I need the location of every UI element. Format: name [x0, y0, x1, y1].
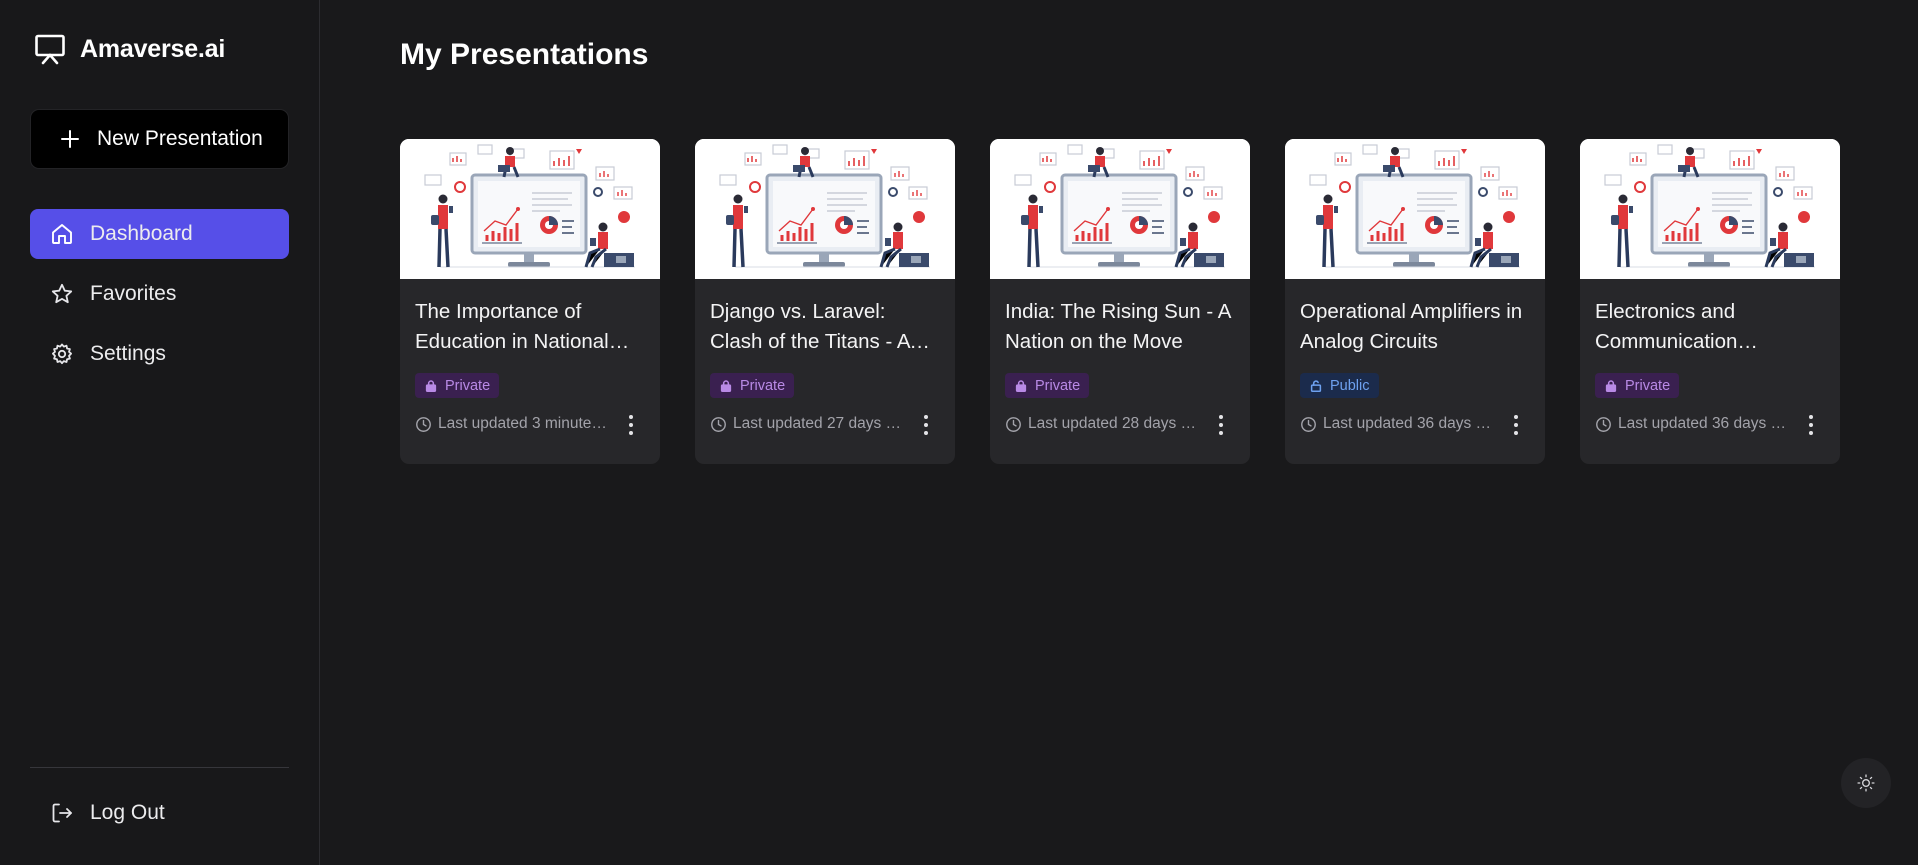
lock-icon	[719, 379, 733, 393]
lock-icon	[424, 379, 438, 393]
presentation-card[interactable]: Electronics and Communication Engineerin…	[1580, 139, 1840, 464]
clock-icon	[1005, 416, 1022, 433]
visibility-badge: Private	[415, 373, 500, 398]
more-vertical-icon	[1514, 415, 1518, 419]
presentation-board-icon	[34, 32, 66, 66]
sidebar-item-label: Dashboard	[90, 222, 193, 245]
presentation-thumbnail	[1285, 139, 1545, 279]
sidebar-nav: Dashboard Favorites Settings	[30, 209, 289, 389]
last-updated-text: Last updated 36 days ago	[1323, 415, 1499, 432]
presentation-title: The Importance of Education in National …	[415, 300, 609, 353]
last-updated: Last updated 36 days ago	[1595, 415, 1795, 433]
presentation-thumbnail	[1580, 139, 1840, 279]
lock-icon	[1604, 379, 1618, 393]
presentation-title: India: The Rising Sun - A Nation on the …	[1005, 300, 1231, 353]
last-updated-text: Last updated 36 days ago	[1618, 415, 1794, 432]
sidebar: Amaverse.ai New Presentation Dashboard F…	[0, 0, 320, 865]
more-vertical-icon	[629, 415, 633, 419]
presentation-card[interactable]: Django vs. Laravel: Clash of the Titans …	[695, 139, 955, 464]
last-updated-text: Last updated 3 minutes ago	[438, 415, 614, 432]
sidebar-item-label: Favorites	[90, 282, 177, 305]
last-updated-text: Last updated 27 days ago	[733, 415, 909, 432]
presentation-title: Django vs. Laravel: Clash of the Titans …	[710, 300, 910, 353]
visibility-badge: Public	[1300, 373, 1379, 398]
presentation-thumbnail	[400, 139, 660, 279]
home-icon	[50, 222, 74, 246]
page-title: My Presentations	[400, 38, 649, 71]
presentation-title: Operational Amplifiers in Analog Circuit…	[1300, 300, 1523, 353]
sidebar-divider	[30, 767, 289, 768]
last-updated: Last updated 28 days ago	[1005, 415, 1205, 433]
logout-icon	[50, 801, 74, 825]
presentation-title: Electronics and Communication Engineerin…	[1595, 300, 1738, 353]
more-options-button[interactable]	[1801, 412, 1821, 438]
logout-label: Log Out	[90, 801, 165, 824]
last-updated: Last updated 27 days ago	[710, 415, 910, 433]
visibility-label: Private	[1625, 377, 1671, 394]
theme-toggle-button[interactable]	[1841, 758, 1891, 808]
new-presentation-label: New Presentation	[97, 127, 263, 150]
gear-icon	[50, 342, 74, 366]
more-options-button[interactable]	[1211, 412, 1231, 438]
star-icon	[50, 282, 74, 306]
lock-icon	[1014, 379, 1028, 393]
more-vertical-icon	[924, 415, 928, 419]
clock-icon	[1595, 416, 1612, 433]
presentation-thumbnail	[695, 139, 955, 279]
presentation-card[interactable]: India: The Rising Sun - A Nation on the …	[990, 139, 1250, 464]
more-vertical-icon	[1809, 415, 1813, 419]
visibility-badge: Private	[1595, 373, 1680, 398]
more-options-button[interactable]	[916, 412, 936, 438]
plus-icon	[59, 128, 81, 150]
brand[interactable]: Amaverse.ai	[34, 32, 225, 66]
logout-button[interactable]: Log Out	[30, 788, 289, 838]
brand-name: Amaverse.ai	[80, 34, 226, 63]
visibility-label: Private	[740, 377, 786, 394]
last-updated: Last updated 3 minutes ago	[415, 415, 615, 433]
sidebar-item-favorites[interactable]: Favorites	[30, 269, 289, 319]
sidebar-item-settings[interactable]: Settings	[30, 329, 289, 379]
unlock-icon	[1309, 379, 1323, 393]
app-root: Amaverse.ai New Presentation Dashboard F…	[0, 0, 1918, 865]
more-options-button[interactable]	[621, 412, 641, 438]
more-options-button[interactable]	[1506, 412, 1526, 438]
visibility-badge: Private	[710, 373, 795, 398]
last-updated: Last updated 36 days ago	[1300, 415, 1500, 433]
clock-icon	[415, 416, 432, 433]
visibility-label: Private	[445, 377, 491, 394]
last-updated-text: Last updated 28 days ago	[1028, 415, 1204, 432]
visibility-label: Public	[1330, 377, 1370, 394]
visibility-label: Private	[1035, 377, 1081, 394]
presentation-card[interactable]: Operational Amplifiers in Analog Circuit…	[1285, 139, 1545, 464]
presentation-grid: The Importance of Education in National …	[400, 139, 1840, 464]
clock-icon	[1300, 416, 1317, 433]
sidebar-item-label: Settings	[90, 342, 166, 365]
presentation-card[interactable]: The Importance of Education in National …	[400, 139, 660, 464]
more-vertical-icon	[1219, 415, 1223, 419]
visibility-badge: Private	[1005, 373, 1090, 398]
presentation-thumbnail	[990, 139, 1250, 279]
clock-icon	[710, 416, 727, 433]
new-presentation-button[interactable]: New Presentation	[30, 109, 289, 169]
sun-icon	[1856, 773, 1876, 793]
sidebar-item-dashboard[interactable]: Dashboard	[30, 209, 289, 259]
